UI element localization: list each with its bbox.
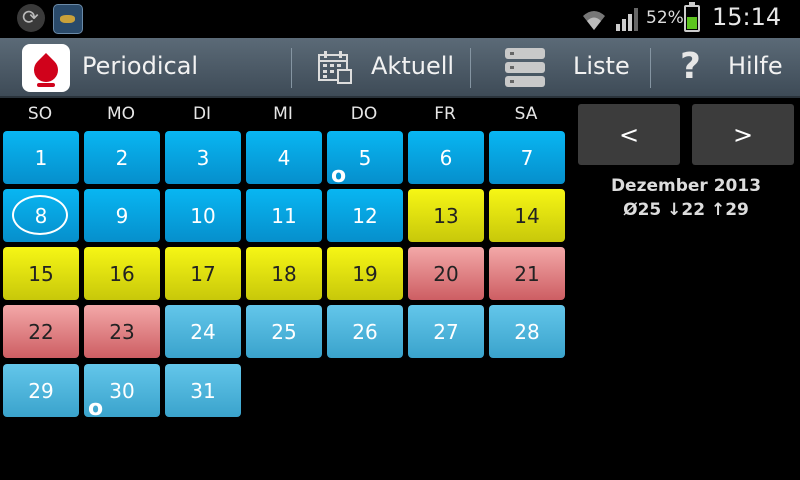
day-number: 22 [28,319,54,344]
blood-drop-logo-icon[interactable] [22,44,70,92]
day-number: 28 [514,319,540,344]
day-number: 14 [514,203,540,228]
day-number: 21 [514,261,540,286]
wifi-icon [583,11,605,30]
day-number: 29 [28,378,54,403]
day-number: 25 [271,319,297,344]
today-circle-icon [12,195,68,235]
calendar-day-cell[interactable]: 19 [327,247,403,300]
day-number: 19 [352,261,378,286]
divider [291,48,292,88]
calendar-day-cell[interactable]: 29 [3,364,79,417]
calendar-day-cell[interactable]: 11 [246,189,322,242]
calendar-day-cell[interactable]: 25 [246,305,322,358]
notification-app-icon [53,4,83,34]
calendar-day-cell[interactable]: 31 [165,364,241,417]
event-marker: o [331,163,347,188]
calendar-day-cell[interactable]: 28 [489,305,565,358]
calendar-day-cell[interactable]: 10 [165,189,241,242]
battery-icon [684,2,700,32]
day-number: 17 [190,261,216,286]
battery-level-fill [687,17,697,29]
clock: 15:14 [712,3,782,31]
day-number: 4 [277,145,291,170]
calendar-day-cell[interactable]: 15 [3,247,79,300]
liste-label: Liste [573,52,630,80]
sync-icon [17,4,45,32]
day-number: 27 [433,319,459,344]
day-number: 15 [28,261,54,286]
calendar-day-cell[interactable]: 21 [489,247,565,300]
day-number: 31 [190,378,216,403]
app-title: Periodical [82,52,199,80]
day-number: 2 [115,145,129,170]
divider [470,48,471,88]
day-number: 7 [520,145,534,170]
day-number: 11 [271,203,297,228]
day-number: 6 [439,145,453,170]
day-number: 20 [433,261,459,286]
calendar-day-cell[interactable]: 2 [84,131,160,184]
calendar-day-cell[interactable]: 30 o [84,364,160,421]
calendar-day-cell[interactable]: 4 [246,131,322,184]
calendar-day-cell[interactable]: 12 [327,189,403,242]
calendar-day-cell[interactable]: 5o [327,131,403,188]
day-number: 1 [34,145,48,170]
signal-icon [616,8,638,31]
cycle-stats: Ø25 ↓22 ↑29 [623,200,749,220]
status-bar: 52% 15:14 [0,0,800,38]
help-icon: ? [680,46,701,87]
calendar-day-cell[interactable]: 9 [84,189,160,242]
calendar-day-cell[interactable]: 27 [408,305,484,358]
day-number: 18 [271,261,297,286]
day-number: 16 [109,261,135,286]
action-bar: Periodical Aktuell Liste ? Hilfe [0,38,800,98]
day-number: 3 [196,145,210,170]
event-marker: o [88,396,104,421]
weekday-header: MO [106,104,136,124]
calendar-day-cell[interactable]: 6 [408,131,484,184]
list-icon [505,48,545,87]
day-number: 5 [358,145,372,170]
aktuell-button[interactable]: Aktuell [298,38,468,98]
weekday-header: MI [273,104,293,124]
day-number: 9 [115,203,129,228]
month-title: Dezember 2013 [610,176,762,196]
day-number: 23 [109,319,135,344]
calendar-day-cell[interactable]: 23 [84,305,160,358]
weekday-header: DI [192,104,212,124]
day-number: 10 [190,203,216,228]
day-number: 30 [109,378,135,403]
calendar-day-cell[interactable]: 24 [165,305,241,358]
day-number: 26 [352,319,378,344]
hilfe-button[interactable]: ? Hilfe [655,38,800,98]
weekday-header: SO [27,104,53,124]
calendar-day-cell[interactable]: 26 [327,305,403,358]
divider [650,48,651,88]
calendar-day-cell[interactable]: 18 [246,247,322,300]
weekday-header: FR [434,104,456,124]
next-month-button[interactable]: > [692,104,794,165]
calendar-icon [318,51,352,84]
calendar-day-cell[interactable]: 8 [3,189,79,242]
calendar-day-cell[interactable]: 13 [408,189,484,242]
calendar-day-cell[interactable]: 20 [408,247,484,300]
liste-button[interactable]: Liste [476,38,648,98]
day-number: 24 [190,319,216,344]
weekday-header: DO [350,104,378,124]
calendar-day-cell[interactable]: 22 [3,305,79,358]
aktuell-label: Aktuell [371,52,455,80]
calendar-day-cell[interactable]: 7 [489,131,565,184]
battery-percentage: 52% [646,8,684,28]
weekday-header: SA [514,104,538,124]
day-number: 12 [352,203,378,228]
calendar-day-cell[interactable]: 17 [165,247,241,300]
day-number: 13 [433,203,459,228]
calendar-day-cell[interactable]: 1 [3,131,79,184]
calendar-day-cell[interactable]: 3 [165,131,241,184]
hilfe-label: Hilfe [728,52,783,80]
calendar-day-cell[interactable]: 16 [84,247,160,300]
previous-month-button[interactable]: < [578,104,680,165]
calendar-day-cell[interactable]: 14 [489,189,565,242]
